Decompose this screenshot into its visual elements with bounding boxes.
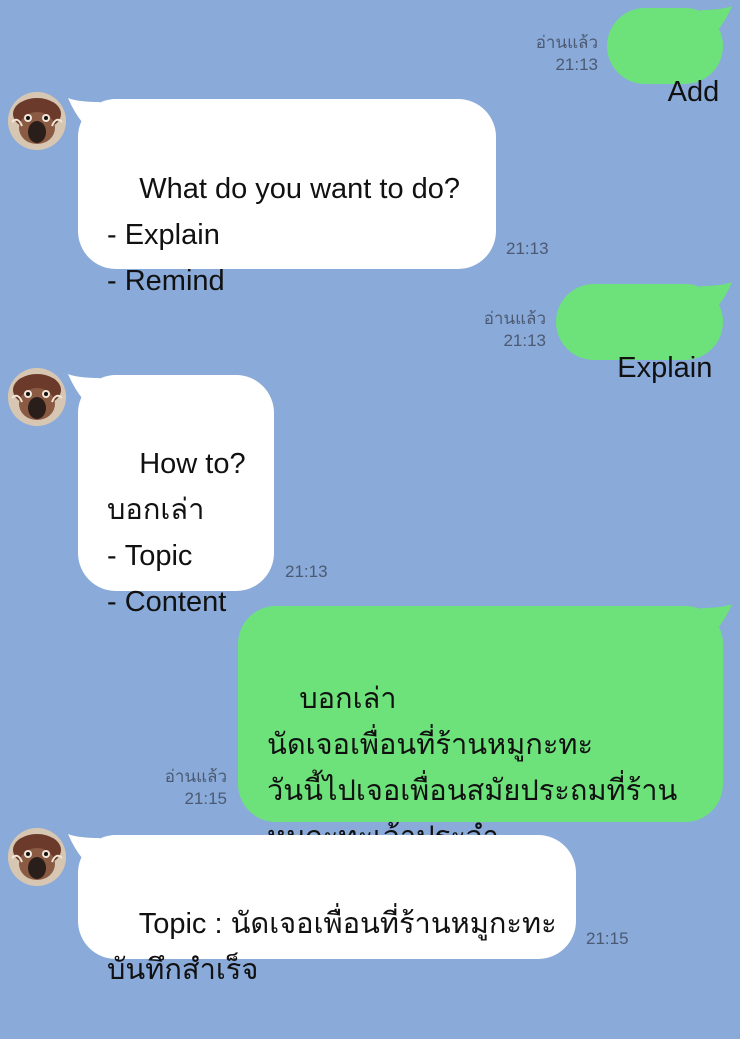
- message-bubble[interactable]: What do you want to do? - Explain - Remi…: [78, 99, 496, 297]
- read-status: อ่านแล้ว: [535, 33, 598, 52]
- message-time: 21:13: [285, 562, 328, 581]
- read-status: อ่านแล้ว: [483, 309, 546, 328]
- message-text: Explain: [617, 352, 713, 384]
- message-time: 21:15: [184, 789, 227, 808]
- bird-avatar-icon: [8, 828, 66, 886]
- bubble-tail: [700, 604, 732, 628]
- contact-avatar[interactable]: [8, 368, 66, 426]
- message-text: Topic : นัดเจอเพื่อนที่ร้านหมูกะทะ บันทึ…: [107, 908, 557, 986]
- bubble-tail: [700, 6, 732, 30]
- message-time: 21:15: [586, 929, 629, 948]
- contact-avatar[interactable]: [8, 828, 66, 886]
- bubble-tail: [700, 282, 732, 306]
- message-meta: อ่านแล้ว 21:13: [456, 308, 546, 352]
- bird-avatar-icon: [8, 368, 66, 426]
- message-bubble[interactable]: Topic : นัดเจอเพื่อนที่ร้านหมูกะทะ บันทึ…: [78, 835, 576, 986]
- contact-avatar[interactable]: [8, 92, 66, 150]
- message-time: 21:13: [506, 239, 549, 258]
- message-bubble[interactable]: Explain: [556, 284, 723, 384]
- message-text: How to? บอกเล่า - Topic - Content: [107, 448, 246, 618]
- message-text: What do you want to do? - Explain - Remi…: [107, 173, 461, 297]
- bird-avatar-icon: [8, 92, 66, 150]
- message-meta: อ่านแล้ว 21:13: [508, 32, 598, 76]
- message-meta: อ่านแล้ว 21:15: [137, 766, 227, 810]
- read-status: อ่านแล้ว: [164, 767, 227, 786]
- message-time: 21:13: [555, 55, 598, 74]
- message-bubble[interactable]: บอกเล่า นัดเจอเพื่อนที่ร้านหมูกะทะ วันนี…: [238, 606, 723, 853]
- message-text: Add: [667, 76, 720, 108]
- message-time: 21:13: [503, 331, 546, 350]
- message-bubble[interactable]: How to? บอกเล่า - Topic - Content: [78, 375, 274, 618]
- message-text: บอกเล่า นัดเจอเพื่อนที่ร้านหมูกะทะ วันนี…: [267, 683, 678, 853]
